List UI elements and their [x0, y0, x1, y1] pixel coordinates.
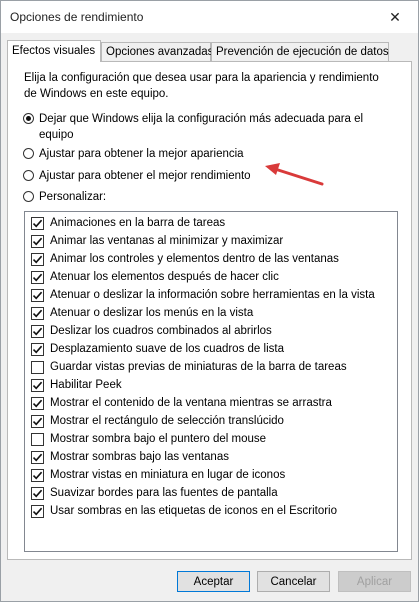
close-icon: ✕ — [389, 8, 401, 25]
title-bar: Opciones de rendimiento ✕ — [1, 1, 418, 33]
apply-button[interactable]: Aplicar — [338, 571, 411, 592]
checkbox[interactable] — [31, 378, 44, 392]
effect-item[interactable]: Habilitar Peek — [31, 376, 122, 394]
effect-label: Animar los controles y elementos dentro … — [50, 253, 339, 265]
effect-label: Animar las ventanas al minimizar y maxim… — [50, 235, 284, 247]
effect-item[interactable]: Animar los controles y elementos dentro … — [31, 250, 339, 268]
checkbox[interactable] — [31, 360, 44, 374]
effect-label: Guardar vistas previas de miniaturas de … — [50, 361, 347, 373]
effect-label: Atenuar o deslizar la información sobre … — [50, 289, 375, 301]
radio-label: Ajustar para obtener el mejor rendimient… — [39, 170, 251, 182]
checkmark-icon — [32, 507, 43, 515]
checkbox[interactable] — [31, 342, 44, 356]
checkmark-icon — [32, 417, 43, 425]
effect-label: Atenuar o deslizar los menús en la vista — [50, 307, 254, 319]
effect-item[interactable]: Mostrar sombra bajo el puntero del mouse — [31, 430, 266, 448]
checkmark-icon — [32, 273, 43, 281]
effect-item[interactable]: Atenuar los elementos después de hacer c… — [31, 268, 279, 286]
effect-label: Deslizar los cuadros combinados al abrir… — [50, 325, 272, 337]
effect-item[interactable]: Mostrar vistas en miniatura en lugar de … — [31, 466, 285, 484]
radio-best-appearance[interactable]: Ajustar para obtener la mejor apariencia — [23, 146, 244, 162]
effect-item[interactable]: Usar sombras en las etiquetas de iconos … — [31, 502, 337, 520]
radio-button[interactable] — [23, 191, 34, 202]
effect-label: Suavizar bordes para las fuentes de pant… — [50, 487, 278, 499]
radio-best-performance[interactable]: Ajustar para obtener el mejor rendimient… — [23, 168, 251, 184]
radio-button[interactable] — [23, 170, 34, 181]
close-button[interactable]: ✕ — [372, 1, 418, 33]
effect-label: Mostrar sombra bajo el puntero del mouse — [50, 433, 267, 445]
effect-item[interactable]: Animar las ventanas al minimizar y maxim… — [31, 232, 283, 250]
checkbox[interactable] — [31, 396, 44, 410]
checkbox[interactable] — [31, 432, 44, 446]
radio-label: Dejar que Windows elija la configuración… — [39, 113, 364, 141]
checkmark-icon — [32, 489, 43, 497]
effect-item[interactable]: Desplazamiento suave de los cuadros de l… — [31, 340, 284, 358]
effect-item[interactable]: Animaciones en la barra de tareas — [31, 214, 225, 232]
effect-item[interactable]: Atenuar o deslizar la información sobre … — [31, 286, 375, 304]
effect-item[interactable]: Suavizar bordes para las fuentes de pant… — [31, 484, 278, 502]
checkmark-icon — [32, 453, 43, 461]
checkmark-icon — [32, 345, 43, 353]
checkmark-icon — [32, 237, 43, 245]
effect-label: Usar sombras en las etiquetas de iconos … — [50, 505, 338, 517]
checkbox[interactable] — [31, 450, 44, 464]
effect-label: Atenuar los elementos después de hacer c… — [50, 271, 279, 283]
checkbox[interactable] — [31, 216, 44, 230]
checkbox[interactable] — [31, 486, 44, 500]
visual-effects-panel: Elija la configuración que desea usar pa… — [7, 61, 412, 560]
checkbox[interactable] — [31, 270, 44, 284]
performance-options-window: Opciones de rendimiento ✕ Efectos visual… — [0, 0, 419, 602]
effect-item[interactable]: Mostrar el rectángulo de selección trans… — [31, 412, 284, 430]
effect-label: Mostrar sombras bajo las ventanas — [50, 451, 229, 463]
radio-let-windows-choose[interactable]: Dejar que Windows elija la configuración… — [23, 111, 393, 141]
accept-button[interactable]: Aceptar — [177, 571, 250, 592]
effect-label: Mostrar el contenido de la ventana mient… — [50, 397, 332, 409]
checkbox[interactable] — [31, 306, 44, 320]
window-title: Opciones de rendimiento — [10, 10, 144, 24]
effect-label: Desplazamiento suave de los cuadros de l… — [50, 343, 284, 355]
effect-item[interactable]: Deslizar los cuadros combinados al abrir… — [31, 322, 272, 340]
checkbox[interactable] — [31, 468, 44, 482]
effect-item[interactable]: Mostrar sombras bajo las ventanas — [31, 448, 229, 466]
cancel-button[interactable]: Cancelar — [257, 571, 330, 592]
tab-label: Efectos visuales — [12, 45, 96, 57]
checkbox[interactable] — [31, 504, 44, 518]
effect-label: Mostrar vistas en miniatura en lugar de … — [50, 469, 286, 481]
effect-label: Habilitar Peek — [50, 379, 122, 391]
radio-label: Personalizar: — [39, 191, 107, 203]
radio-custom[interactable]: Personalizar: — [23, 189, 106, 205]
tab-visual-effects[interactable]: Efectos visuales — [7, 40, 101, 62]
tab-data-execution-prevention[interactable]: Prevención de ejecución de datos — [211, 42, 389, 61]
effect-item[interactable]: Guardar vistas previas de miniaturas de … — [31, 358, 347, 376]
description-text: Elija la configuración que desea usar pa… — [24, 72, 379, 100]
tab-label: Prevención de ejecución de datos — [216, 46, 389, 58]
checkmark-icon — [32, 309, 43, 317]
checkmark-icon — [32, 255, 43, 263]
red-arrow-icon — [265, 163, 324, 186]
effect-label: Mostrar el rectángulo de selección trans… — [50, 415, 284, 427]
checkbox[interactable] — [31, 324, 44, 338]
checkmark-icon — [32, 399, 43, 407]
effect-label: Animaciones en la barra de tareas — [50, 217, 226, 229]
checkmark-icon — [32, 381, 43, 389]
checkbox[interactable] — [31, 252, 44, 266]
effects-list[interactable]: Animaciones en la barra de tareas Animar… — [24, 211, 398, 552]
radio-label: Ajustar para obtener la mejor apariencia — [39, 148, 244, 160]
checkbox[interactable] — [31, 288, 44, 302]
checkbox[interactable] — [31, 234, 44, 248]
effect-item[interactable]: Mostrar el contenido de la ventana mient… — [31, 394, 332, 412]
checkmark-icon — [32, 471, 43, 479]
checkbox[interactable] — [31, 414, 44, 428]
radio-selected-dot — [26, 116, 31, 121]
effect-item[interactable]: Atenuar o deslizar los menús en la vista — [31, 304, 253, 322]
radio-button[interactable] — [23, 113, 34, 124]
checkmark-icon — [32, 291, 43, 299]
checkmark-icon — [32, 327, 43, 335]
tab-advanced-options[interactable]: Opciones avanzadas — [101, 42, 214, 61]
checkmark-icon — [32, 219, 43, 227]
tab-label: Opciones avanzadas — [106, 46, 214, 58]
radio-button[interactable] — [23, 148, 34, 159]
